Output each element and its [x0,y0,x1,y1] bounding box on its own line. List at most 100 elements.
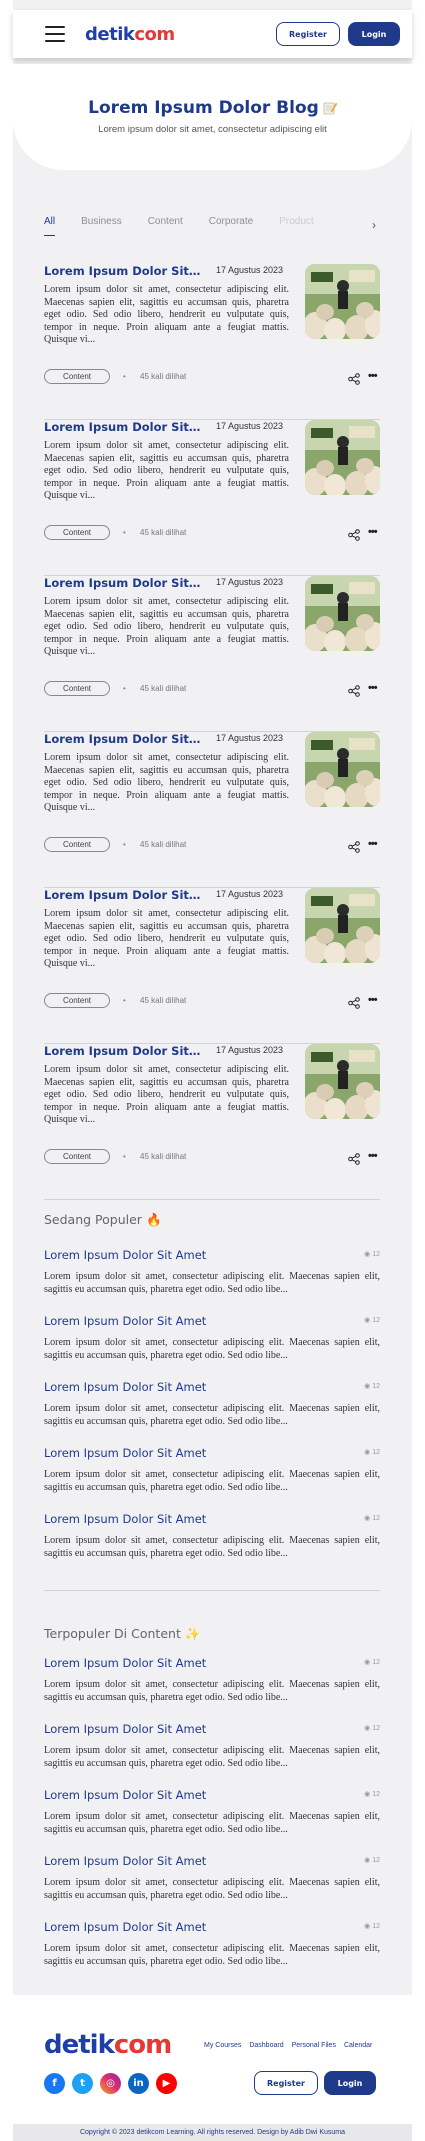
article-title[interactable]: Lorem Ipsum Dolor Sit Amet [44,576,204,590]
footer-link-my-courses[interactable]: My Courses [204,2042,241,2049]
footer-register-button[interactable]: Register [254,2071,318,2095]
separator-dot: • [123,1152,126,1161]
article-date: 17 Agustus 2023 [216,421,284,431]
share-icon[interactable] [348,1152,360,1165]
category-badge[interactable]: Content [44,525,110,540]
footer-link-dashboard[interactable]: Dashboard [249,2042,283,2049]
article-thumbnail[interactable] [305,1044,380,1119]
tab-content[interactable]: Content [148,216,183,236]
list-item[interactable]: Lorem Ipsum Dolor Sit Amet ◉ 12 Lorem ipsu… [44,1656,380,1704]
instagram-icon[interactable]: ◎ [100,2073,121,2094]
more-options-icon[interactable]: ••• [368,1150,378,1162]
list-item-title[interactable]: Lorem Ipsum Dolor Sit Amet [44,1248,380,1262]
article-excerpt: Lorem ipsum dolor sit amet, consectetur … [44,908,289,970]
list-item-meta: ◉ 12 [364,1658,380,1666]
footer-logo[interactable]: detikcom [44,2030,172,2060]
hamburger-menu-icon[interactable] [45,26,65,42]
share-icon[interactable] [348,684,360,697]
article-thumbnail[interactable] [305,576,380,651]
list-item-title[interactable]: Lorem Ipsum Dolor Sit Amet [44,1314,380,1328]
category-badge[interactable]: Content [44,993,110,1008]
list-item[interactable]: Lorem Ipsum Dolor Sit Amet ◉ 12 Lorem ipsu… [44,1788,380,1836]
article-title[interactable]: Lorem Ipsum Dolor Sit Amet [44,420,204,434]
footer-link-personal-files[interactable]: Personal Files [292,2042,336,2049]
list-item-title[interactable]: Lorem Ipsum Dolor Sit Amet [44,1854,380,1868]
list-item[interactable]: Lorem Ipsum Dolor Sit Amet ◉ 12 Lorem ipsu… [44,1446,380,1494]
youtube-icon[interactable]: ▶ [156,2073,177,2094]
share-icon[interactable] [348,840,360,853]
article-title[interactable]: Lorem Ipsum Dolor Sit Amet [44,264,204,278]
separator-dot: • [123,372,126,381]
article-excerpt: Lorem ipsum dolor sit amet, consectetur … [44,1064,289,1126]
list-item-text: Lorem ipsum dolor sit amet, consectetur … [44,1679,380,1703]
list-item-title[interactable]: Lorem Ipsum Dolor Sit Amet [44,1512,380,1526]
tab-product[interactable]: Product [279,216,313,236]
category-badge[interactable]: Content [44,1149,110,1164]
fire-icon: 🔥 [145,1212,162,1227]
category-badge[interactable]: Content [44,369,110,384]
article-title[interactable]: Lorem Ipsum Dolor Sit Amet [44,1044,204,1058]
register-button[interactable]: Register [276,22,340,46]
list-item-count: 12 [372,1725,380,1732]
list-item[interactable]: Lorem Ipsum Dolor Sit Amet ◉ 12 Lorem ipsu… [44,1512,380,1560]
more-options-icon[interactable]: ••• [368,994,378,1006]
tab-all[interactable]: All [44,216,56,236]
article-card[interactable]: Lorem Ipsum Dolor Sit Amet 17 Agustus 202… [44,888,380,1044]
tab-corporate[interactable]: Corporate [209,216,253,236]
article-card[interactable]: Lorem Ipsum Dolor Sit Amet 17 Agustus 202… [44,576,380,732]
list-item-title[interactable]: Lorem Ipsum Dolor Sit Amet [44,1920,380,1934]
list-item-meta: ◉ 12 [364,1448,380,1456]
list-item-title[interactable]: Lorem Ipsum Dolor Sit Amet [44,1788,380,1802]
view-count: 45 kali dilihat [140,1152,187,1161]
list-item[interactable]: Lorem Ipsum Dolor Sit Amet ◉ 12 Lorem ipsu… [44,1854,380,1902]
share-icon[interactable] [348,996,360,1009]
list-item[interactable]: Lorem Ipsum Dolor Sit Amet ◉ 12 Lorem ipsu… [44,1380,380,1428]
list-item-meta: ◉ 12 [364,1856,380,1864]
list-item-title[interactable]: Lorem Ipsum Dolor Sit Amet [44,1446,380,1460]
list-item-title[interactable]: Lorem Ipsum Dolor Sit Amet [44,1656,380,1670]
site-logo[interactable]: detikcom [85,24,175,45]
list-item-count: 12 [372,1791,380,1798]
category-badge[interactable]: Content [44,837,110,852]
hero-banner: Lorem Ipsum Dolor Blog Lorem ipsum dolor… [13,64,412,170]
list-item[interactable]: Lorem Ipsum Dolor Sit Amet ◉ 12 Lorem ipsu… [44,1314,380,1362]
list-item-title[interactable]: Lorem Ipsum Dolor Sit Amet [44,1380,380,1394]
tab-business[interactable]: Business [81,216,122,236]
article-title[interactable]: Lorem Ipsum Dolor Sit Amet [44,888,204,902]
article-thumbnail[interactable] [305,420,380,495]
article-card[interactable]: Lorem Ipsum Dolor Sit Amet 17 Agustus 202… [44,1044,380,1200]
linkedin-icon[interactable]: in [128,2073,149,2094]
article-title[interactable]: Lorem Ipsum Dolor Sit Amet [44,732,204,746]
article-card[interactable]: Lorem Ipsum Dolor Sit Amet 17 Agustus 202… [44,420,380,576]
eye-icon: ◉ [364,1515,371,1522]
share-icon[interactable] [348,528,360,541]
share-icon[interactable] [348,372,360,385]
facebook-icon[interactable]: f [44,2073,65,2094]
article-card[interactable]: Lorem Ipsum Dolor Sit Amet 17 Agustus 202… [44,264,380,420]
more-options-icon[interactable]: ••• [368,370,378,382]
footer-link-calendar[interactable]: Calendar [344,2042,372,2049]
article-thumbnail[interactable] [305,732,380,807]
separator-dot: • [123,840,126,849]
login-button[interactable]: Login [348,22,400,46]
article-thumbnail[interactable] [305,264,380,339]
eye-icon: ◉ [364,1659,371,1666]
more-options-icon[interactable]: ••• [368,526,378,538]
footer-login-button[interactable]: Login [324,2071,376,2095]
list-item[interactable]: Lorem Ipsum Dolor Sit Amet ◉ 12 Lorem ipsu… [44,1920,380,1968]
section-divider [44,1590,380,1591]
category-badge[interactable]: Content [44,681,110,696]
chevron-right-icon[interactable]: › [372,218,376,232]
list-item[interactable]: Lorem Ipsum Dolor Sit Amet ◉ 12 Lorem ipsu… [44,1722,380,1770]
separator-dot: • [123,684,126,693]
memo-icon [323,102,337,115]
list-item-text: Lorem ipsum dolor sit amet, consectetur … [44,1535,380,1559]
list-item[interactable]: Lorem Ipsum Dolor Sit Amet ◉ 12 Lorem ipsu… [44,1248,380,1296]
more-options-icon[interactable]: ••• [368,682,378,694]
article-date: 17 Agustus 2023 [216,265,284,275]
more-options-icon[interactable]: ••• [368,838,378,850]
article-thumbnail[interactable] [305,888,380,963]
list-item-title[interactable]: Lorem Ipsum Dolor Sit Amet [44,1722,380,1736]
article-card[interactable]: Lorem Ipsum Dolor Sit Amet 17 Agustus 202… [44,732,380,888]
twitter-icon[interactable]: t [72,2073,93,2094]
